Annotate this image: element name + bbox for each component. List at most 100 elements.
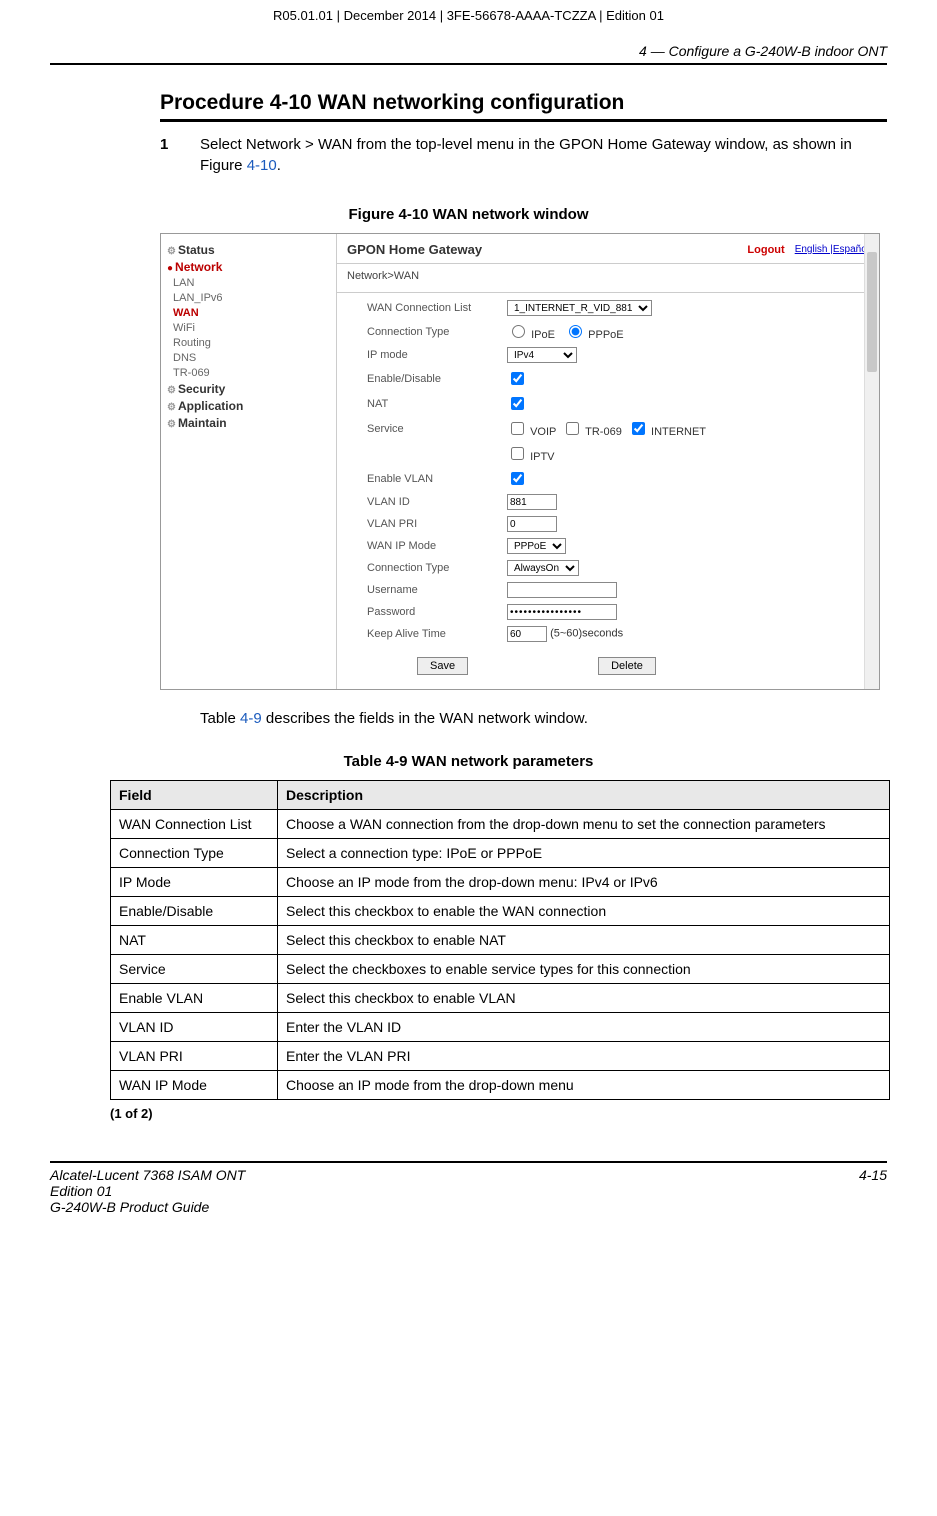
field-cell: VLAN ID: [111, 1013, 278, 1042]
tr069-text: TR-069: [585, 426, 622, 438]
ipoe-text: IPoE: [531, 329, 555, 341]
field-cell: NAT: [111, 926, 278, 955]
table-row: Connection TypeSelect a connection type:…: [111, 839, 890, 868]
scrollbar-thumb[interactable]: [867, 252, 877, 372]
breadcrumb: Network>WAN: [337, 268, 879, 288]
wan-conn-list-label: WAN Connection List: [367, 302, 507, 314]
voip-text: VOIP: [530, 426, 556, 438]
password-label: Password: [367, 606, 507, 618]
enable-vlan-label: Enable VLAN: [367, 473, 507, 485]
voip-checkbox[interactable]: [511, 422, 524, 435]
procedure-rule: [160, 119, 887, 122]
sidebar-item-wan[interactable]: WAN: [173, 307, 330, 319]
wan-ip-mode-label: WAN IP Mode: [367, 540, 507, 552]
wan-ip-mode-select[interactable]: PPPoE: [507, 538, 566, 554]
language-switcher[interactable]: English |Español: [795, 244, 869, 255]
nat-label: NAT: [367, 398, 507, 410]
field-cell: WAN Connection List: [111, 810, 278, 839]
ipoe-radio[interactable]: [512, 325, 525, 338]
field-cell: Enable VLAN: [111, 984, 278, 1013]
sidebar-item-maintain[interactable]: Maintain: [167, 416, 330, 430]
field-cell: WAN IP Mode: [111, 1071, 278, 1100]
chapter-heading: 4 — Configure a G-240W-B indoor ONT: [50, 25, 887, 63]
field-cell: Service: [111, 955, 278, 984]
sidebar-item-tr069[interactable]: TR-069: [173, 367, 330, 379]
iptv-text: IPTV: [530, 451, 554, 463]
sidebar-item-lan[interactable]: LAN: [173, 277, 330, 289]
footer-product: Alcatel-Lucent 7368 ISAM ONT: [50, 1167, 859, 1183]
sidebar-item-wifi[interactable]: WiFi: [173, 322, 330, 334]
field-cell: Enable/Disable: [111, 897, 278, 926]
params-table: Field Description WAN Connection ListCho…: [110, 780, 890, 1100]
scrollbar[interactable]: [864, 234, 879, 689]
field-cell: IP Mode: [111, 868, 278, 897]
internet-checkbox[interactable]: [632, 422, 645, 435]
footer-edition: Edition 01: [50, 1183, 859, 1199]
table-ref-link[interactable]: 4-9: [240, 710, 262, 727]
th-field: Field: [111, 781, 278, 810]
desc-cell: Select the checkboxes to enable service …: [278, 955, 890, 984]
figure-caption: Figure 4-10 WAN network window: [50, 206, 887, 223]
vlan-id-input[interactable]: [507, 494, 557, 510]
table-row: ServiceSelect the checkboxes to enable s…: [111, 955, 890, 984]
table-pagination: (1 of 2): [110, 1106, 887, 1121]
procedure-title: Procedure 4-10 WAN networking configurat…: [50, 91, 887, 115]
table-intro: Table 4-9 describes the fields in the WA…: [200, 710, 887, 727]
nat-checkbox[interactable]: [511, 397, 524, 410]
intro-a: Table: [200, 710, 240, 727]
sidebar-item-application[interactable]: Application: [167, 399, 330, 413]
figure-ref-link[interactable]: 4-10: [247, 157, 277, 174]
enable-vlan-checkbox[interactable]: [511, 472, 524, 485]
step-text-b: .: [277, 157, 281, 174]
desc-cell: Select this checkbox to enable the WAN c…: [278, 897, 890, 926]
desc-cell: Enter the VLAN PRI: [278, 1042, 890, 1071]
iptv-checkbox[interactable]: [511, 447, 524, 460]
sidebar-item-security[interactable]: Security: [167, 382, 330, 396]
username-input[interactable]: [507, 582, 617, 598]
vlan-pri-input[interactable]: [507, 516, 557, 532]
pppoe-text: PPPoE: [588, 329, 623, 341]
field-cell: VLAN PRI: [111, 1042, 278, 1071]
logout-link[interactable]: Logout: [747, 244, 784, 256]
desc-cell: Select this checkbox to enable VLAN: [278, 984, 890, 1013]
enable-checkbox[interactable]: [511, 372, 524, 385]
sidebar-item-lan-ipv6[interactable]: LAN_IPv6: [173, 292, 330, 304]
save-button[interactable]: Save: [417, 657, 468, 675]
wan-window-screenshot: Status Network LAN LAN_IPv6 WAN WiFi Rou…: [160, 233, 880, 690]
sidebar-item-network[interactable]: Network: [167, 260, 330, 274]
table-caption: Table 4-9 WAN network parameters: [50, 753, 887, 770]
table-row: NATSelect this checkbox to enable NAT: [111, 926, 890, 955]
page-footer: Alcatel-Lucent 7368 ISAM ONT Edition 01 …: [50, 1161, 887, 1215]
enable-label: Enable/Disable: [367, 373, 507, 385]
desc-cell: Choose a WAN connection from the drop-do…: [278, 810, 890, 839]
conn-type2-select[interactable]: AlwaysOn: [507, 560, 579, 576]
table-row: WAN Connection ListChoose a WAN connecti…: [111, 810, 890, 839]
app-title: GPON Home Gateway: [347, 242, 747, 257]
table-row: IP ModeChoose an IP mode from the drop-d…: [111, 868, 890, 897]
ip-mode-select[interactable]: IPv4: [507, 347, 577, 363]
th-desc: Description: [278, 781, 890, 810]
desc-cell: Choose an IP mode from the drop-down men…: [278, 1071, 890, 1100]
desc-cell: Select this checkbox to enable NAT: [278, 926, 890, 955]
sidebar-item-status[interactable]: Status: [167, 243, 330, 257]
sidebar-item-dns[interactable]: DNS: [173, 352, 330, 364]
tr069-checkbox[interactable]: [566, 422, 579, 435]
vlan-id-label: VLAN ID: [367, 496, 507, 508]
step-text: Select Network > WAN from the top-level …: [200, 134, 887, 176]
main-panel: GPON Home Gateway Logout English |Españo…: [336, 234, 879, 689]
conn-type2-label: Connection Type: [367, 562, 507, 574]
password-input[interactable]: [507, 604, 617, 620]
conn-type-label: Connection Type: [367, 326, 507, 338]
wan-conn-list-select[interactable]: 1_INTERNET_R_VID_881: [507, 300, 652, 316]
table-row: Enable VLANSelect this checkbox to enabl…: [111, 984, 890, 1013]
ip-mode-label: IP mode: [367, 349, 507, 361]
table-row: VLAN PRIEnter the VLAN PRI: [111, 1042, 890, 1071]
keepalive-input[interactable]: [507, 626, 547, 642]
service-label: Service: [367, 423, 507, 435]
step-row: 1 Select Network > WAN from the top-leve…: [160, 134, 887, 176]
sidebar-item-routing[interactable]: Routing: [173, 337, 330, 349]
pppoe-radio[interactable]: [569, 325, 582, 338]
desc-cell: Enter the VLAN ID: [278, 1013, 890, 1042]
desc-cell: Choose an IP mode from the drop-down men…: [278, 868, 890, 897]
delete-button[interactable]: Delete: [598, 657, 656, 675]
